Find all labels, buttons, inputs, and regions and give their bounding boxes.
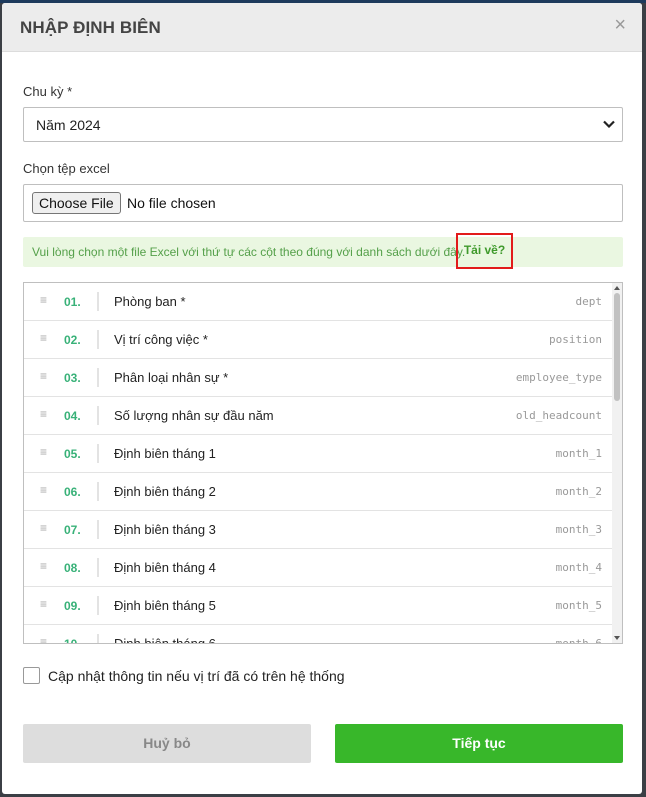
row-separator bbox=[97, 596, 99, 615]
cycle-selected-value: Năm 2024 bbox=[36, 117, 101, 133]
column-row[interactable]: ≡ 02. Vị trí công việc * position bbox=[24, 321, 612, 359]
column-number: 04. bbox=[64, 409, 81, 423]
file-status: No file chosen bbox=[127, 195, 216, 211]
column-key: month_1 bbox=[555, 447, 602, 460]
drag-handle-icon[interactable]: ≡ bbox=[40, 484, 50, 496]
column-number: 09. bbox=[64, 599, 81, 613]
row-separator bbox=[97, 330, 99, 349]
column-number: 08. bbox=[64, 561, 81, 575]
row-separator bbox=[97, 292, 99, 311]
choose-file-button[interactable]: Choose File bbox=[32, 192, 121, 214]
update-existing-checkbox[interactable] bbox=[23, 667, 40, 684]
drag-handle-icon[interactable]: ≡ bbox=[40, 294, 50, 306]
update-existing-label: Cập nhật thông tin nếu vị trí đã có trên… bbox=[48, 668, 345, 684]
cycle-select[interactable]: Năm 2024 bbox=[23, 107, 623, 142]
row-separator bbox=[97, 520, 99, 539]
drag-handle-icon[interactable]: ≡ bbox=[40, 370, 50, 382]
continue-button[interactable]: Tiếp tục bbox=[335, 724, 623, 763]
column-key: dept bbox=[575, 295, 603, 308]
column-row[interactable]: ≡ 06. Định biên tháng 2 month_2 bbox=[24, 473, 612, 511]
drag-handle-icon[interactable]: ≡ bbox=[40, 332, 50, 344]
drag-handle-icon[interactable]: ≡ bbox=[40, 522, 50, 534]
column-order-rows: ≡ 01. Phòng ban * dept ≡ 02. Vị trí công việc … bbox=[24, 283, 612, 644]
import-headcount-modal: NHẬP ĐỊNH BIÊN × Chu kỳ * Năm 2024 Chọn … bbox=[2, 3, 642, 794]
drag-handle-icon[interactable]: ≡ bbox=[40, 598, 50, 610]
cancel-button[interactable]: Huỷ bỏ bbox=[23, 724, 311, 763]
scroll-down-arrow-icon[interactable] bbox=[614, 636, 620, 640]
instruction-notice: Vui lòng chọn một file Excel với thứ tự … bbox=[23, 233, 623, 269]
column-label: Định biên tháng 6 bbox=[114, 636, 216, 644]
drag-handle-icon[interactable]: ≡ bbox=[40, 408, 50, 420]
column-row[interactable]: ≡ 05. Định biên tháng 1 month_1 bbox=[24, 435, 612, 473]
modal-header: NHẬP ĐỊNH BIÊN × bbox=[2, 3, 642, 52]
column-label: Định biên tháng 5 bbox=[114, 598, 216, 613]
column-key: month_4 bbox=[555, 561, 602, 574]
column-row[interactable]: ≡ 04. Số lượng nhân sự đầu năm old_headcoun… bbox=[24, 397, 612, 435]
column-key: month_2 bbox=[555, 485, 602, 498]
column-row[interactable]: ≡ 08. Định biên tháng 4 month_4 bbox=[24, 549, 612, 587]
column-number: 06. bbox=[64, 485, 81, 499]
column-label: Phân loại nhân sự * bbox=[114, 370, 229, 385]
column-label: Vị trí công việc * bbox=[114, 332, 208, 347]
column-label: Phòng ban * bbox=[114, 294, 186, 309]
column-row[interactable]: ≡ 09. Định biên tháng 5 month_5 bbox=[24, 587, 612, 625]
notice-text: Vui lòng chọn một file Excel với thứ tự … bbox=[32, 245, 466, 259]
column-label: Định biên tháng 1 bbox=[114, 446, 216, 461]
list-scrollbar[interactable] bbox=[612, 283, 622, 643]
drag-handle-icon[interactable]: ≡ bbox=[40, 446, 50, 458]
file-label: Chọn tệp excel bbox=[23, 161, 110, 176]
column-key: old_headcount bbox=[515, 409, 602, 422]
column-key: position bbox=[549, 333, 602, 346]
row-separator bbox=[97, 444, 99, 463]
column-row[interactable]: ≡ 10. Định biên tháng 6 month_6 bbox=[24, 625, 612, 644]
column-row[interactable]: ≡ 01. Phòng ban * dept bbox=[24, 283, 612, 321]
column-label: Định biên tháng 3 bbox=[114, 522, 216, 537]
cycle-label: Chu kỳ * bbox=[23, 84, 73, 99]
column-number: 10. bbox=[64, 637, 81, 644]
download-template-link[interactable]: Tải về? bbox=[456, 233, 513, 269]
column-key: month_3 bbox=[555, 523, 602, 536]
scroll-thumb[interactable] bbox=[614, 293, 620, 401]
row-separator bbox=[97, 558, 99, 577]
row-separator bbox=[97, 634, 99, 643]
column-number: 03. bbox=[64, 371, 81, 385]
row-separator bbox=[97, 368, 99, 387]
close-icon[interactable]: × bbox=[614, 15, 626, 35]
column-key: month_6 bbox=[555, 637, 602, 644]
column-number: 02. bbox=[64, 333, 81, 347]
column-number: 05. bbox=[64, 447, 81, 461]
row-separator bbox=[97, 482, 99, 501]
drag-handle-icon[interactable]: ≡ bbox=[40, 636, 50, 643]
column-row[interactable]: ≡ 07. Định biên tháng 3 month_3 bbox=[24, 511, 612, 549]
row-separator bbox=[97, 406, 99, 425]
chevron-down-icon bbox=[603, 120, 615, 129]
drag-handle-icon[interactable]: ≡ bbox=[40, 560, 50, 572]
column-number: 01. bbox=[64, 295, 81, 309]
scroll-up-arrow-icon[interactable] bbox=[614, 286, 620, 290]
column-order-list: ≡ 01. Phòng ban * dept ≡ 02. Vị trí công việc … bbox=[23, 282, 623, 644]
column-number: 07. bbox=[64, 523, 81, 537]
column-label: Số lượng nhân sự đầu năm bbox=[114, 408, 274, 423]
column-label: Định biên tháng 4 bbox=[114, 560, 216, 575]
column-key: employee_type bbox=[515, 371, 602, 384]
column-label: Định biên tháng 2 bbox=[114, 484, 216, 499]
column-key: month_5 bbox=[555, 599, 602, 612]
column-row[interactable]: ≡ 03. Phân loại nhân sự * employee_type bbox=[24, 359, 612, 397]
file-input[interactable]: Choose File No file chosen bbox=[23, 184, 623, 222]
modal-title: NHẬP ĐỊNH BIÊN bbox=[20, 18, 161, 37]
